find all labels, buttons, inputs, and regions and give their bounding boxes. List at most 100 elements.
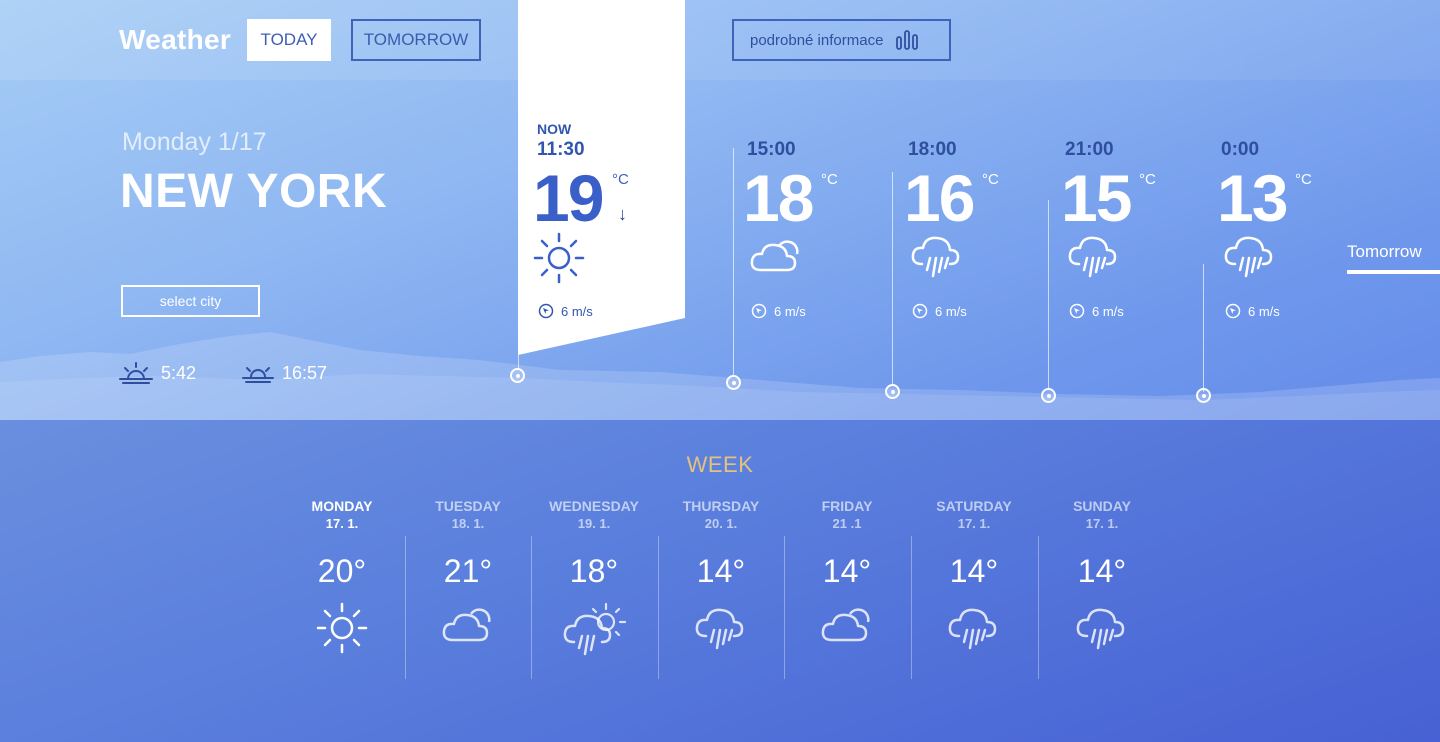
city-name: NEW YORK xyxy=(120,165,388,218)
wind-direction-icon xyxy=(538,303,554,319)
day-temperature: 14° xyxy=(949,553,999,589)
rain-icon xyxy=(1076,608,1125,650)
tab-tomorrow[interactable]: TOMORROW xyxy=(351,19,481,61)
wind-direction-icon xyxy=(1069,303,1085,319)
sunrise-info: 5:42 xyxy=(119,361,196,385)
timeline-line xyxy=(733,148,734,376)
hour-unit: °C xyxy=(1139,171,1156,188)
hour-unit: °C xyxy=(982,171,999,188)
day-temperature: 14° xyxy=(1077,553,1127,589)
day-temperature: 14° xyxy=(822,553,872,589)
hour-time: 21:00 xyxy=(1065,139,1114,160)
app-title: Weather xyxy=(119,24,232,55)
timeline-dot-1500[interactable] xyxy=(726,375,741,390)
hour-temperature: 15 xyxy=(1061,161,1132,235)
rain-icon xyxy=(695,608,744,650)
day-date: 18. 1. xyxy=(451,516,485,531)
week-title: WEEK xyxy=(686,452,754,477)
details-label: podrobné informace xyxy=(750,31,884,49)
day-name: FRIDAY xyxy=(821,498,873,514)
hour-temperature: 16 xyxy=(904,161,975,235)
day-monday[interactable]: MONDAY 17. 1. 20° xyxy=(279,498,405,654)
timeline-line xyxy=(1048,200,1049,390)
tab-today[interactable]: TODAY xyxy=(247,19,331,61)
now-unit: °C xyxy=(612,171,629,188)
hour-time: 18:00 xyxy=(908,139,957,160)
sunset-time: 16:57 xyxy=(282,362,328,383)
day-name: WEDNESDAY xyxy=(549,498,639,514)
day-name: TUESDAY xyxy=(435,498,501,514)
wind-direction-icon xyxy=(1225,303,1241,319)
details-button[interactable]: podrobné informace xyxy=(732,19,951,61)
bar-chart-icon xyxy=(896,30,919,50)
hour-wind: 6 m/s xyxy=(751,303,806,319)
trend-arrow: ↓ xyxy=(618,204,627,224)
hour-wind: 6 m/s xyxy=(912,303,967,319)
timeline-dot-0000[interactable] xyxy=(1196,388,1211,403)
day-name: SATURDAY xyxy=(936,498,1012,514)
now-wind: 6 m/s xyxy=(538,303,593,319)
day-tuesday[interactable]: TUESDAY 18. 1. 21° xyxy=(405,498,531,646)
now-time: 11:30 xyxy=(537,139,585,160)
day-saturday[interactable]: SATURDAY 17. 1. 14° xyxy=(911,498,1037,654)
day-date: 17. 1. xyxy=(957,516,991,531)
day-sunday[interactable]: SUNDAY 17. 1. 14° xyxy=(1039,498,1165,654)
rain-icon xyxy=(1224,236,1273,278)
hour-wind-speed: 6 m/s xyxy=(1248,303,1280,319)
now-temperature: 19 xyxy=(533,161,604,235)
day-friday[interactable]: FRIDAY 21 .1 14° xyxy=(784,498,910,646)
hour-temperature: 13 xyxy=(1217,161,1288,235)
day-temperature: 18° xyxy=(569,553,619,589)
timeline-line-now xyxy=(518,300,519,370)
day-date: 21 .1 xyxy=(832,516,862,531)
rain-icon xyxy=(1068,236,1117,278)
now-label: NOW xyxy=(537,121,572,137)
hour-wind-speed: 6 m/s xyxy=(1092,303,1124,319)
sunrise-time: 5:42 xyxy=(161,362,197,383)
hour-temperature: 18 xyxy=(743,161,814,235)
current-date: Monday 1/17 xyxy=(122,128,267,156)
wind-direction-icon xyxy=(912,303,928,319)
day-temperature: 20° xyxy=(317,553,367,589)
hour-time: 15:00 xyxy=(747,139,796,160)
hour-wind: 6 m/s xyxy=(1225,303,1280,319)
timeline-line xyxy=(892,172,893,384)
timeline-dot-2100[interactable] xyxy=(1041,388,1056,403)
cloud-icon xyxy=(821,608,870,642)
day-temperature: 14° xyxy=(696,553,746,589)
tomorrow-link[interactable]: Tomorrow xyxy=(1347,242,1422,262)
timeline-dot-now[interactable] xyxy=(510,368,525,383)
sun-icon xyxy=(316,602,368,654)
day-name: SUNDAY xyxy=(1073,498,1131,514)
day-date: 19. 1. xyxy=(577,516,611,531)
day-name: MONDAY xyxy=(311,498,373,514)
sunset-info: 16:57 xyxy=(242,361,327,385)
hour-unit: °C xyxy=(1295,171,1312,188)
timeline-line xyxy=(1203,264,1204,392)
sunrise-icon xyxy=(119,362,153,384)
partly-cloudy-icon xyxy=(750,240,799,272)
day-date: 17. 1. xyxy=(325,516,359,531)
sun-rain-icon xyxy=(563,602,626,656)
hour-unit: °C xyxy=(821,171,838,188)
day-name: THURSDAY xyxy=(682,498,760,514)
cloud-icon xyxy=(442,608,491,642)
day-wednesday[interactable]: WEDNESDAY 19. 1. 18° xyxy=(531,498,657,662)
hour-time: 0:00 xyxy=(1221,139,1260,160)
rain-icon xyxy=(911,236,960,278)
hills-background xyxy=(0,332,1440,420)
hour-wind-speed: 6 m/s xyxy=(774,303,806,319)
sunset-icon xyxy=(242,367,274,383)
now-wind-speed: 6 m/s xyxy=(561,303,593,319)
timeline-dot-1800[interactable] xyxy=(885,384,900,399)
day-date: 20. 1. xyxy=(704,516,738,531)
hour-wind-speed: 6 m/s xyxy=(935,303,967,319)
day-date: 17. 1. xyxy=(1085,516,1119,531)
day-temperature: 21° xyxy=(443,553,493,589)
hour-wind: 6 m/s xyxy=(1069,303,1124,319)
day-thursday[interactable]: THURSDAY 20. 1. 14° xyxy=(658,498,784,654)
sun-icon xyxy=(533,232,585,284)
tomorrow-underline xyxy=(1347,270,1440,274)
select-city-button[interactable]: select city xyxy=(121,285,260,317)
wind-direction-icon xyxy=(751,303,767,319)
